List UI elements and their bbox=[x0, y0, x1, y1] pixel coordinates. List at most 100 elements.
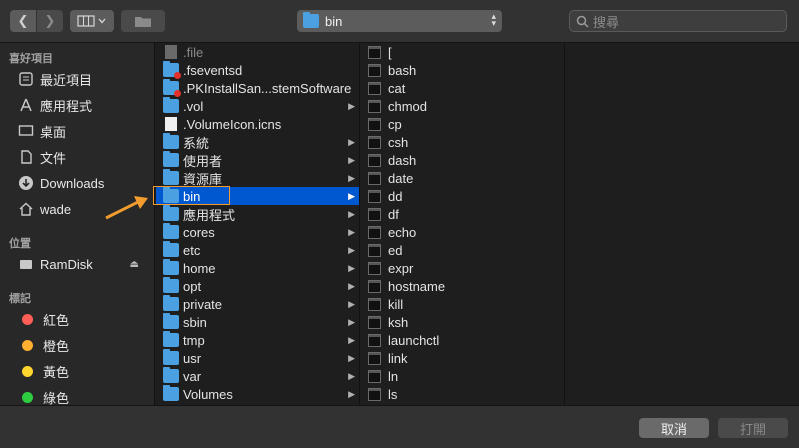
list-item[interactable]: Volumes ▶ bbox=[156, 385, 359, 403]
sidebar-item-desktop[interactable]: 桌面 bbox=[17, 120, 153, 142]
list-item[interactable]: .VolumeIcon.icns bbox=[156, 115, 359, 133]
list-item-label: cores bbox=[183, 224, 215, 240]
executable-icon bbox=[368, 189, 381, 203]
list-item[interactable]: dd bbox=[361, 187, 564, 205]
list-item[interactable]: .vol ▶ bbox=[156, 97, 359, 115]
list-item[interactable]: cp bbox=[361, 115, 564, 133]
list-item-label: etc bbox=[183, 242, 201, 258]
list-item-label: .vol bbox=[183, 98, 204, 114]
sidebar-item-recents[interactable]: 最近項目 bbox=[17, 68, 153, 90]
list-item[interactable]: bash bbox=[361, 61, 564, 79]
list-item-label: .fseventsd bbox=[183, 62, 243, 78]
sidebar-item-label: 桌面 bbox=[40, 124, 67, 140]
tag-dot-icon bbox=[22, 391, 33, 403]
list-item[interactable]: ed bbox=[361, 241, 564, 259]
path-popup[interactable]: bin ▴ ▾ bbox=[297, 10, 502, 32]
list-item[interactable]: chmod bbox=[361, 97, 564, 115]
new-folder-icon bbox=[135, 17, 151, 27]
list-item[interactable]: echo bbox=[361, 223, 564, 241]
list-item[interactable]: 系統 ▶ bbox=[156, 133, 359, 151]
sidebar-item-downloads[interactable]: Downloads bbox=[17, 172, 153, 194]
list-item[interactable]: launchctl bbox=[361, 331, 564, 349]
list-item[interactable]: kill bbox=[361, 295, 564, 313]
document-icon bbox=[17, 148, 35, 166]
list-item[interactable]: cores ▶ bbox=[156, 223, 359, 241]
list-item-label: .file bbox=[183, 44, 204, 60]
sidebar-tag-green[interactable]: 綠色 bbox=[17, 386, 153, 405]
back-button[interactable]: ❮ bbox=[10, 10, 36, 32]
sidebar-item-label: Downloads bbox=[40, 175, 105, 191]
annotation-arrow-icon bbox=[105, 196, 148, 220]
eject-icon[interactable]: ⏏ bbox=[130, 259, 139, 270]
folder-icon bbox=[163, 259, 179, 275]
folder-icon bbox=[163, 79, 181, 97]
sidebar-item-applications[interactable]: 應用程式 bbox=[17, 94, 153, 116]
tags-section-title: 標記 bbox=[9, 293, 31, 305]
list-item[interactable]: .file bbox=[156, 43, 359, 61]
list-item[interactable]: expr bbox=[361, 259, 564, 277]
cancel-button[interactable]: 取消 bbox=[639, 418, 709, 438]
sidebar: 喜好項目 最近項目 應用程式 桌面 文件 Downloads wade 位置 R… bbox=[0, 43, 155, 405]
list-item[interactable]: tmp ▶ bbox=[156, 331, 359, 349]
list-item[interactable]: usr ▶ bbox=[156, 349, 359, 367]
chevron-right-icon: ❯ bbox=[44, 13, 56, 28]
search-field[interactable]: 搜尋 bbox=[569, 10, 787, 32]
list-item[interactable]: etc ▶ bbox=[156, 241, 359, 259]
list-item[interactable]: dash bbox=[361, 151, 564, 169]
list-item[interactable]: opt ▶ bbox=[156, 277, 359, 295]
list-item[interactable]: ksh bbox=[361, 313, 564, 331]
executable-icon bbox=[368, 369, 381, 383]
file-icon bbox=[165, 45, 177, 59]
sidebar-tag-red[interactable]: 紅色 bbox=[17, 308, 153, 330]
list-item-label: opt bbox=[183, 278, 202, 294]
list-item[interactable]: link bbox=[361, 349, 564, 367]
executable-icon bbox=[368, 351, 381, 365]
list-item[interactable]: df bbox=[361, 205, 564, 223]
list-item-label: launchctl bbox=[388, 332, 440, 348]
clock-icon bbox=[17, 70, 35, 88]
list-item[interactable]: home ▶ bbox=[156, 259, 359, 277]
list-item[interactable]: ls bbox=[361, 385, 564, 403]
list-item-label: csh bbox=[388, 134, 409, 150]
sidebar-tag-yellow[interactable]: 黃色 bbox=[17, 360, 153, 382]
disclosure-arrow-icon: ▶ bbox=[348, 334, 355, 345]
list-item[interactable]: 資源庫 ▶ bbox=[156, 169, 359, 187]
list-item[interactable]: private ▶ bbox=[156, 295, 359, 313]
folder-icon bbox=[163, 277, 179, 293]
list-item[interactable]: .fseventsd bbox=[156, 61, 359, 79]
list-item[interactable]: hostname bbox=[361, 277, 564, 295]
list-item[interactable]: csh bbox=[361, 133, 564, 151]
column-root: .file .fseventsd .PKInstallSan...stemSoftw… bbox=[156, 43, 360, 405]
list-item[interactable]: cat bbox=[361, 79, 564, 97]
list-item-label: 應用程式 bbox=[183, 207, 236, 223]
favorites-section-title: 喜好項目 bbox=[9, 53, 53, 65]
list-item[interactable]: .PKInstallSan...stemSoftware bbox=[156, 79, 359, 97]
list-item-label: expr bbox=[388, 260, 414, 276]
folder-icon bbox=[163, 295, 179, 311]
folder-icon bbox=[163, 223, 179, 239]
list-item-label: 資源庫 bbox=[183, 171, 223, 187]
sidebar-tag-orange[interactable]: 橙色 bbox=[17, 334, 153, 356]
list-item-label: home bbox=[183, 260, 216, 276]
list-item[interactable]: [ bbox=[361, 43, 564, 61]
list-item[interactable]: date bbox=[361, 169, 564, 187]
list-item-label: [ bbox=[388, 44, 392, 60]
new-folder-button[interactable] bbox=[121, 10, 165, 32]
search-placeholder: 搜尋 bbox=[593, 14, 620, 30]
open-button[interactable]: 打開 bbox=[718, 418, 788, 438]
sidebar-item-documents[interactable]: 文件 bbox=[17, 146, 153, 168]
disclosure-arrow-icon: ▶ bbox=[348, 352, 355, 363]
view-mode-button[interactable] bbox=[70, 10, 114, 32]
list-item[interactable]: ln bbox=[361, 367, 564, 385]
sidebar-item-ramdisk[interactable]: RamDisk ⏏ bbox=[17, 253, 153, 275]
list-item[interactable]: 使用者 ▶ bbox=[156, 151, 359, 169]
sidebar-item-label: 應用程式 bbox=[40, 98, 93, 114]
list-item-label: ed bbox=[388, 242, 403, 258]
column-bin: [bash cat chmod cp csh dash date dd df echo ed expr… bbox=[361, 43, 565, 405]
list-item-label: cp bbox=[388, 116, 402, 132]
list-item[interactable]: sbin ▶ bbox=[156, 313, 359, 331]
executable-icon bbox=[368, 63, 381, 77]
forward-button[interactable]: ❯ bbox=[37, 10, 63, 32]
list-item[interactable]: var ▶ bbox=[156, 367, 359, 385]
list-item[interactable]: 應用程式 ▶ bbox=[156, 205, 359, 223]
